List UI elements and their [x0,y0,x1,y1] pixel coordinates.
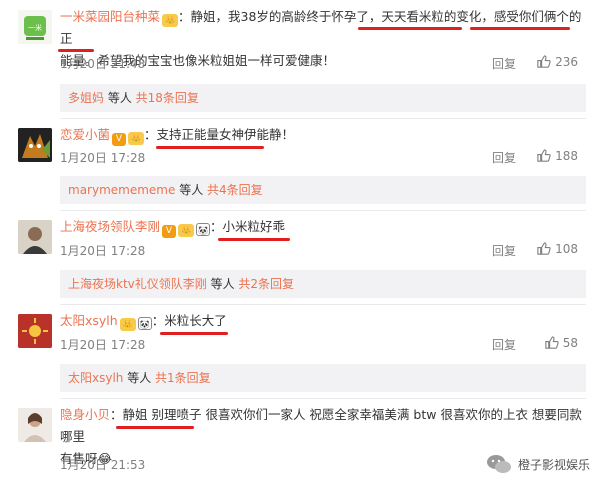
divider [60,118,586,119]
like-count: 188 [555,148,578,163]
like-count: 236 [555,54,578,69]
thumbs-up-icon [537,55,551,68]
thumbs-up-icon [537,242,551,255]
watermark: 橙子影视娱乐 [486,453,590,475]
reply-user[interactable]: 上海夜场ktv礼仪领队李刚 [68,277,207,291]
reply-button[interactable]: 回复 [492,336,516,353]
avatar[interactable] [18,314,52,348]
reply-button[interactable]: 回复 [492,55,516,72]
highlight-underline [160,332,228,335]
highlight-underline [156,146,264,149]
highlight-underline [218,238,290,241]
reply-button[interactable]: 回复 [492,149,516,166]
more-replies-bar[interactable]: marymemememe 等人 共4条回复 [60,176,586,204]
more-replies-bar[interactable]: 多姐妈 等人 共18条回复 [60,84,586,112]
vip-badge-icon: 👑 [178,224,195,237]
panda-badge-icon: 🐼 [196,223,211,236]
like-button[interactable]: 108 [536,241,578,256]
vip-badge-icon: 👑 [119,318,136,331]
vip-badge-icon: 👑 [128,132,145,145]
avatar[interactable] [18,220,52,254]
comment-text: 恋爱小菌 V 👑 ：支持正能量女神伊能静！ [60,127,295,146]
comment-time: 1月20日 21:53 [60,458,146,472]
reply-count-link[interactable]: 共18条回复 [136,91,199,105]
reply-count-link[interactable]: 共4条回复 [207,183,263,197]
highlight-underline [116,426,194,429]
wechat-icon [486,455,511,473]
comment-text: 上海夜场领队李刚 V 👑 🐼 ：小米粒好乖 [60,219,286,238]
like-button[interactable]: 236 [536,54,578,69]
avatar[interactable] [18,128,52,162]
more-replies-bar[interactable]: 太阳xsylh 等人 共1条回复 [60,364,586,392]
comment-time: 1月20日 21:48 [60,57,146,71]
verified-badge-icon: V [112,133,127,146]
like-count: 108 [555,241,578,256]
thumbs-up-icon [537,149,551,162]
username-link[interactable]: 上海夜场领队李刚 [60,219,160,234]
highlight-underline [470,27,570,30]
panda-badge-icon: 🐼 [137,317,152,330]
highlight-underline [358,27,462,30]
avatar[interactable]: 一米 [18,10,52,44]
more-replies-bar[interactable]: 上海夜场ktv礼仪领队李刚 等人 共2条回复 [60,270,586,298]
like-count: 58 [562,335,578,350]
reply-user[interactable]: marymemememe [68,183,175,197]
reply-count-link[interactable]: 共2条回复 [238,277,294,291]
reply-user[interactable]: 太阳xsylh [68,371,123,385]
reply-user[interactable]: 多姐妈 [68,91,104,105]
verified-badge-icon: V [162,225,177,238]
comment-time: 1月20日 17:28 [60,151,146,165]
divider [60,398,586,399]
username-link[interactable]: 恋爱小菌 [60,127,110,142]
svg-text:一米: 一米 [28,23,42,32]
username-link[interactable]: 太阳xsylh [60,313,118,328]
thumbs-up-icon [545,336,559,349]
reply-button[interactable]: 回复 [492,242,516,259]
reply-count-link[interactable]: 共1条回复 [155,371,211,385]
username-link[interactable]: 一米菜园阳台种菜 [60,9,160,24]
username-link[interactable]: 隐身小贝 [60,407,110,422]
like-button[interactable]: 58 [544,335,578,350]
comment-time: 1月20日 17:28 [60,244,146,258]
watermark-text: 橙子影视娱乐 [517,457,590,472]
vip-badge-icon: 👑 [162,14,179,27]
comment-text: 太阳xsylh 👑 🐼 ：米粒长大了 [60,313,227,331]
divider [60,304,586,305]
highlight-underline [58,49,94,52]
avatar[interactable] [18,408,52,442]
like-button[interactable]: 188 [536,148,578,163]
comment-time: 1月20日 17:28 [60,338,146,352]
divider [60,210,586,211]
